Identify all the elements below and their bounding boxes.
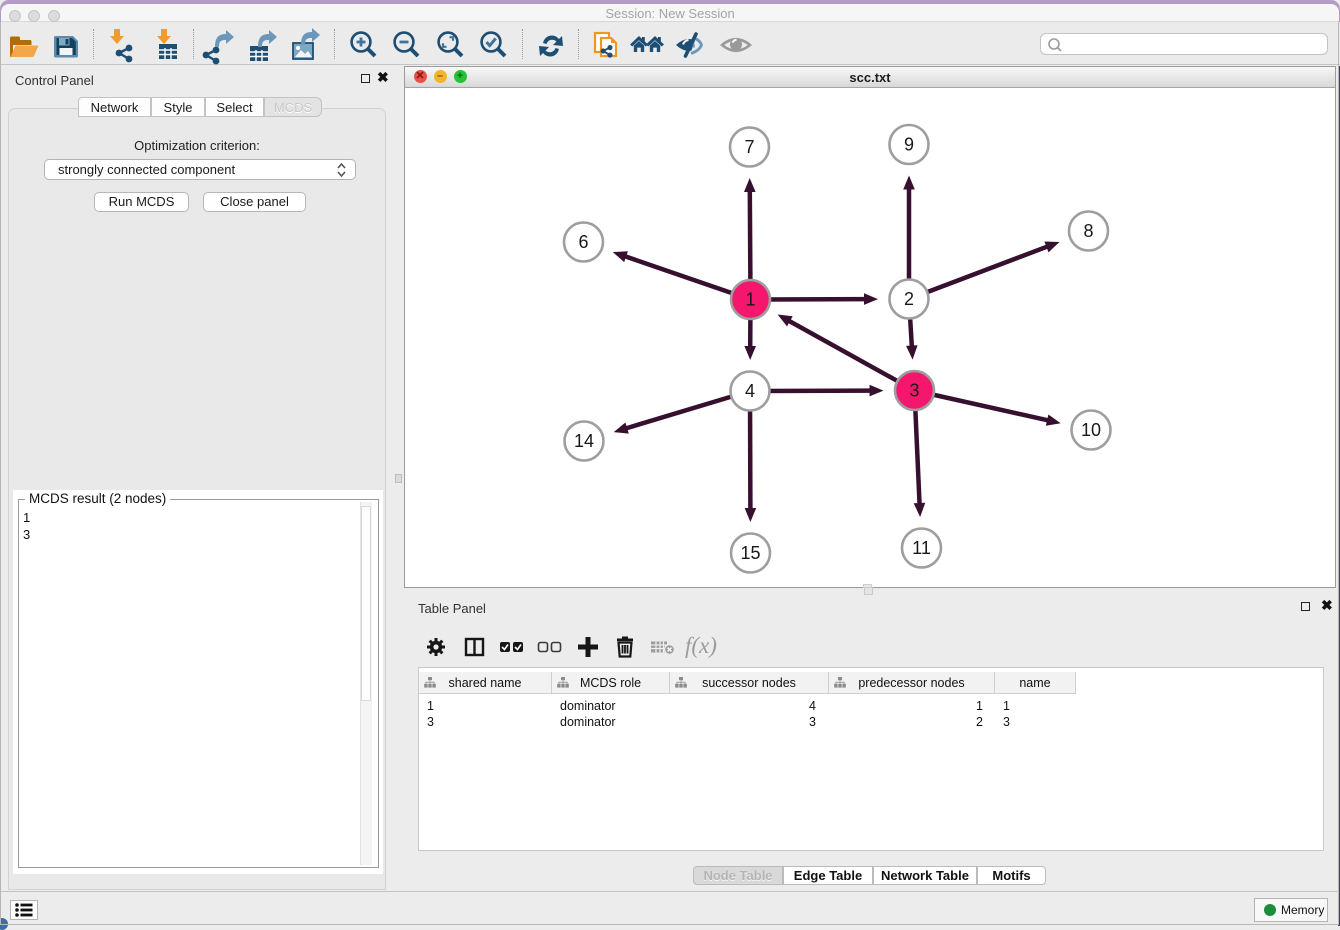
- svg-text:1: 1: [745, 290, 755, 310]
- svg-text:7: 7: [744, 137, 754, 157]
- svg-text:10: 10: [1081, 420, 1101, 440]
- svg-text:11: 11: [912, 538, 931, 558]
- svg-text:3: 3: [909, 381, 919, 401]
- svg-text:2: 2: [904, 289, 914, 309]
- svg-text:9: 9: [904, 135, 914, 155]
- svg-text:15: 15: [740, 543, 760, 563]
- svg-text:14: 14: [574, 431, 594, 451]
- svg-text:6: 6: [578, 232, 588, 252]
- svg-text:4: 4: [745, 381, 755, 401]
- svg-text:f(x): f(x): [685, 633, 717, 658]
- svg-text:8: 8: [1083, 221, 1093, 241]
